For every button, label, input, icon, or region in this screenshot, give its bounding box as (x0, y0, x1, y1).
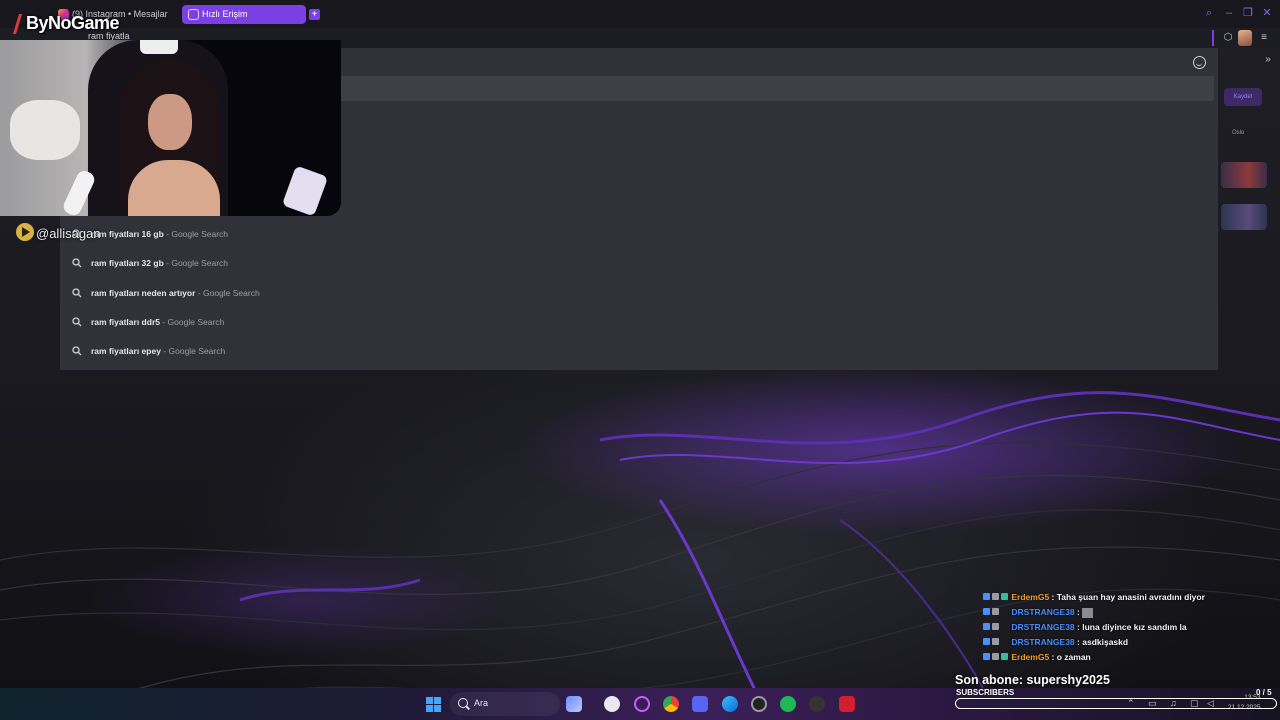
subscribers-label: SUBSCRIBERS (956, 688, 1015, 697)
webcam-overlay (0, 40, 341, 216)
bynogame-logo-icon (13, 14, 22, 34)
suggestion-query: ram fiyatla (91, 288, 134, 298)
side-thumbnail[interactable] (1221, 204, 1267, 230)
last-subscriber: Son abone: supershy2025 (955, 673, 1110, 687)
suggestion-item[interactable]: ram fiyatları ddr5 - Google Search (72, 312, 472, 332)
discord-icon[interactable] (692, 696, 708, 712)
suggestion-source: - Google Search (197, 288, 260, 298)
side-panel-text: Oslo (1232, 130, 1245, 136)
maximize-button[interactable]: ❐ (1241, 6, 1255, 20)
suggestion-item[interactable]: ram fiyatları 32 gb - Google Search (72, 253, 472, 273)
chat-badges (983, 591, 1009, 604)
profile-avatar[interactable] (1238, 30, 1252, 46)
taskbar-search-placeholder[interactable]: Ara (474, 698, 488, 708)
suggestion-completion: rı neden artıyor (133, 288, 196, 298)
chat-badges (983, 606, 1009, 619)
suggestion-item[interactable]: ram fiyatları neden artıyor - Google Sea… (72, 283, 472, 303)
start-button[interactable] (426, 697, 441, 712)
chat-message: ErdemG5 : o zaman (983, 651, 1091, 664)
browser-tab-bar: (9) Instagram • Mesajlar Hızlı Erişim + … (0, 0, 1280, 28)
suggestion-item[interactable]: ram fiyatları epey - Google Search (72, 341, 472, 361)
menu-icon[interactable]: ≡ (1257, 31, 1271, 45)
chat-text: : Taha şuan hay anasini avradını diyor (1051, 592, 1205, 602)
chat-text: : luna diyince kız sandım la (1077, 622, 1187, 632)
chrome-icon[interactable] (663, 696, 679, 712)
suggestion-completion: rı ddr5 (133, 317, 160, 327)
chat-badges (983, 651, 1009, 664)
chat-message: ErdemG5 : Taha şuan hay anasini avradını… (983, 591, 1205, 604)
search-icon (72, 258, 82, 268)
side-panel-button[interactable]: Kaydet (1224, 88, 1262, 106)
suggestion-source: - Google Search (166, 229, 229, 239)
suggestion-completion: rı epey (133, 346, 161, 356)
speed-dial-icon (188, 9, 199, 20)
webcam-headset (140, 40, 178, 54)
subscriber-progress-bar (955, 698, 1277, 709)
sidebar-accent (1212, 30, 1214, 46)
webcam-plush (10, 100, 80, 160)
search-icon (72, 317, 82, 327)
obs-icon[interactable] (751, 696, 767, 712)
chat-text: : o zaman (1051, 652, 1091, 662)
steam-icon[interactable] (809, 696, 825, 712)
chat-message: DRSTRANGE38 : (983, 606, 1094, 619)
search-icon (72, 288, 82, 298)
suggestion-query: ram fiyatla (91, 258, 134, 268)
extensions-icon[interactable]: ⬡ (1221, 31, 1235, 45)
play-icon (16, 223, 34, 241)
suggestion-query: ram fiyatla (91, 346, 134, 356)
suggestion-completion: rı 16 gb (133, 229, 164, 239)
suggestion-highlight (340, 76, 1214, 101)
subscribers-count: 0 / 5 (1256, 688, 1272, 697)
suggestion-item[interactable]: ram fiyatları 16 gb - Google Search (72, 224, 472, 244)
search-icon (72, 346, 82, 356)
suggestion-completion: rı 32 gb (133, 258, 164, 268)
side-thumbnail[interactable] (1221, 162, 1267, 188)
opera-icon[interactable] (634, 696, 650, 712)
chat-emote (1082, 607, 1094, 618)
suggestion-source: - Google Search (166, 258, 229, 268)
tab-quick-access[interactable]: Hızlı Erişim (182, 5, 306, 24)
chat-username: DRSTRANGE38 (1011, 607, 1075, 617)
app-icon[interactable] (839, 696, 855, 712)
suggestion-source: - Google Search (163, 346, 226, 356)
suggestion-source: - Google Search (162, 317, 225, 327)
tab-label: Hızlı Erişim (202, 9, 248, 19)
chat-username: DRSTRANGE38 (1011, 637, 1075, 647)
chat-badges (983, 636, 1009, 649)
minimize-button[interactable]: – (1222, 6, 1236, 20)
streamer-handle: @allisagan (36, 226, 101, 241)
chat-text: : asdkişaskd (1077, 637, 1129, 647)
task-view-icon[interactable] (566, 696, 582, 712)
chat-badges (983, 621, 1009, 634)
spotify-icon[interactable] (780, 696, 796, 712)
emoji-icon[interactable] (1193, 56, 1206, 69)
search-tabs-icon[interactable]: ⌕ (1202, 6, 1216, 20)
chat-username: DRSTRANGE38 (1011, 622, 1075, 632)
chat-message: DRSTRANGE38 : luna diyince kız sandım la (983, 621, 1187, 634)
suggestion-query: ram fiyatla (91, 317, 134, 327)
chat-username: ErdemG5 (1011, 592, 1050, 602)
github-icon[interactable] (604, 696, 620, 712)
chat-username: ErdemG5 (1011, 652, 1050, 662)
webcam-person-face (148, 94, 192, 150)
close-button[interactable]: ✕ (1260, 6, 1274, 20)
new-tab-button[interactable]: + (309, 9, 320, 20)
chat-message: DRSTRANGE38 : asdkişaskd (983, 636, 1128, 649)
chat-text: : (1077, 607, 1080, 617)
search-icon (458, 698, 468, 708)
brand-logo-text: ByNoGame (26, 13, 120, 33)
edge-icon[interactable] (722, 696, 738, 712)
